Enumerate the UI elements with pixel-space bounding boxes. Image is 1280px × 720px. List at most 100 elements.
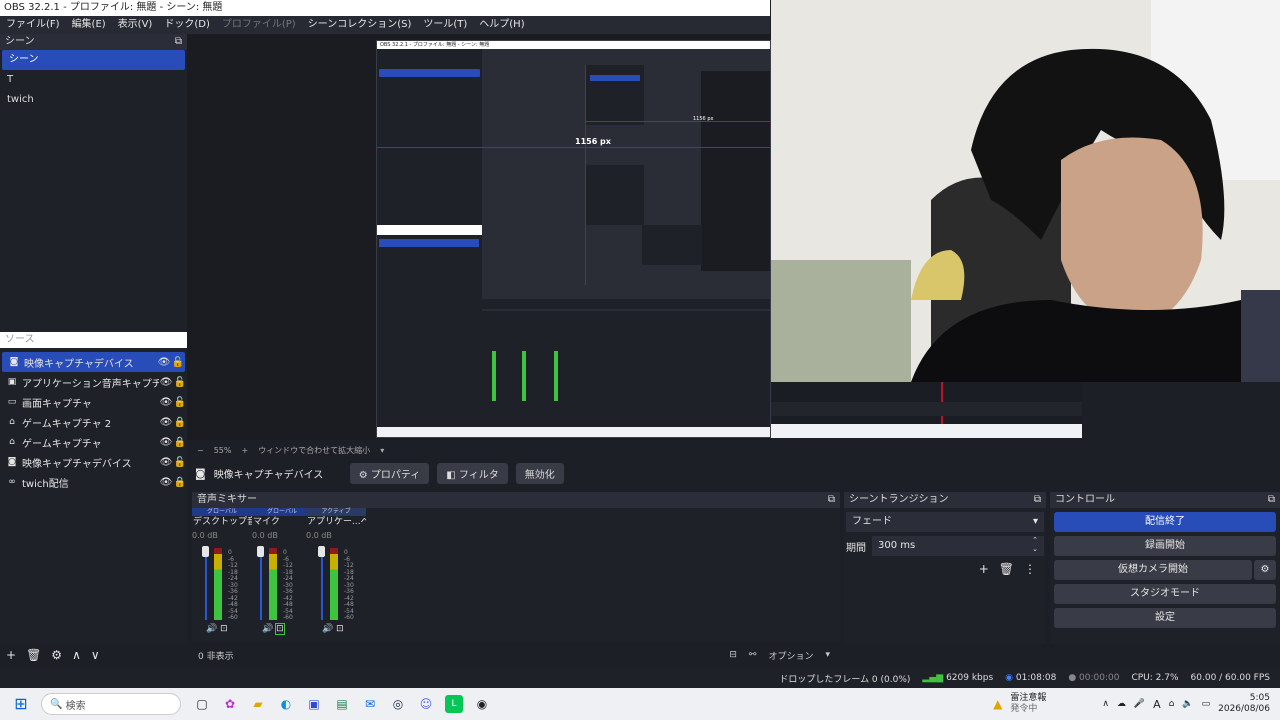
- source-row[interactable]: ⌂ ゲームキャプチャ 2 👁 🔒: [0, 412, 187, 432]
- zoom-in-icon[interactable]: +: [241, 446, 248, 455]
- lock-icon[interactable]: 🔒: [173, 477, 187, 488]
- eye-icon[interactable]: 👁: [159, 477, 173, 488]
- chevron-down-icon[interactable]: ▾: [825, 650, 830, 660]
- speaker-icon[interactable]: 🔊: [262, 624, 273, 634]
- chevron-up-icon[interactable]: ∧: [1102, 699, 1109, 709]
- channel-name[interactable]: アプリケー...ベータ版): [306, 516, 366, 528]
- lock-icon[interactable]: 🔓: [173, 457, 187, 468]
- discord-icon[interactable]: ☺: [417, 695, 435, 713]
- add-icon[interactable]: +: [979, 562, 989, 576]
- menu-tools[interactable]: ツール(T): [423, 16, 467, 34]
- scene-item[interactable]: T: [0, 70, 187, 90]
- menu-file[interactable]: ファイル(F): [6, 16, 60, 34]
- clock[interactable]: 5:05 2026/08/06: [1218, 693, 1270, 715]
- volume-slider[interactable]: [202, 546, 209, 620]
- menu-edit[interactable]: 編集(E): [72, 16, 106, 34]
- source-row[interactable]: ▣ アプリケーション音声キャプチャ (ベータ) 👁 🔓: [0, 372, 187, 392]
- lock-icon[interactable]: 🔒: [173, 417, 187, 428]
- app-icon[interactable]: ▤: [333, 695, 351, 713]
- layout-icon[interactable]: ⊟: [729, 650, 737, 660]
- windows-start-icon[interactable]: ⊞: [12, 695, 30, 713]
- scene-item[interactable]: シーン: [2, 50, 185, 70]
- volume-slider[interactable]: [257, 546, 264, 620]
- eye-icon[interactable]: 👁: [159, 457, 173, 468]
- mail-icon[interactable]: ✉: [361, 695, 379, 713]
- volume-icon[interactable]: 🔈: [1182, 699, 1193, 709]
- undock-icon[interactable]: ⧉: [1268, 492, 1275, 508]
- lock-icon[interactable]: 🔒: [173, 437, 187, 448]
- store-icon[interactable]: ▣: [305, 695, 323, 713]
- copilot-icon[interactable]: ✿: [221, 695, 239, 713]
- settings-button[interactable]: 設定: [1054, 608, 1276, 628]
- properties-button[interactable]: ⚙ プロパティ: [349, 462, 430, 484]
- spin-arrows-icon[interactable]: ⌃ ⌄: [1032, 536, 1038, 556]
- file-explorer-icon[interactable]: ▰: [249, 695, 267, 713]
- transition-type-select[interactable]: フェード ▾: [846, 512, 1044, 532]
- add-icon[interactable]: +: [6, 648, 16, 662]
- undock-icon[interactable]: ⧉: [828, 492, 835, 508]
- monitor-icon[interactable]: ⊡: [336, 624, 344, 634]
- stop-streaming-button[interactable]: 配信終了: [1054, 512, 1276, 532]
- undock-icon[interactable]: ⧉: [1034, 492, 1041, 508]
- weather-widget[interactable]: 雷注意報 発令中: [1010, 693, 1046, 715]
- more-icon[interactable]: ⋮: [1024, 562, 1036, 576]
- gear-icon[interactable]: ⚙: [51, 648, 62, 662]
- obs-icon[interactable]: ◉: [473, 695, 491, 713]
- battery-icon[interactable]: ▭: [1202, 699, 1211, 709]
- disable-button[interactable]: 無効化: [515, 462, 564, 484]
- menu-help[interactable]: ヘルプ(H): [479, 16, 524, 34]
- menu-view[interactable]: 表示(V): [118, 16, 153, 34]
- channel-name[interactable]: デスクトップ音声: [192, 516, 252, 528]
- move-down-icon[interactable]: ∨: [91, 648, 100, 662]
- lock-icon[interactable]: 🔓: [173, 377, 187, 388]
- network-icon[interactable]: ⌂: [1169, 699, 1175, 709]
- eye-icon[interactable]: 👁: [159, 377, 173, 388]
- start-virtual-camera-button[interactable]: 仮想カメラ開始: [1054, 560, 1252, 580]
- mixer-options[interactable]: オプション: [768, 649, 813, 662]
- scene-item[interactable]: twich: [0, 90, 187, 110]
- menu-dock[interactable]: ドック(D): [164, 16, 210, 34]
- undock-icon[interactable]: ⧉: [175, 34, 182, 50]
- filters-button[interactable]: ◧ フィルタ: [437, 462, 508, 484]
- fit-mode[interactable]: ウィンドウで合わせて拡大縮小: [258, 445, 370, 456]
- speaker-icon[interactable]: 🔊: [206, 624, 217, 634]
- edge-icon[interactable]: ◐: [277, 695, 295, 713]
- chevron-down-icon[interactable]: ▾: [380, 446, 384, 455]
- cloud-icon[interactable]: ☁: [1117, 699, 1126, 709]
- volume-slider[interactable]: [318, 546, 325, 620]
- start-recording-button[interactable]: 録画開始: [1054, 536, 1276, 556]
- eye-icon[interactable]: 👁: [159, 397, 173, 408]
- ime-icon[interactable]: A: [1153, 698, 1161, 711]
- link-icon[interactable]: ⚯: [749, 650, 757, 660]
- duration-spinbox[interactable]: 300 ms ⌃ ⌄: [872, 536, 1044, 556]
- monitor-icon[interactable]: ⊡: [275, 623, 285, 635]
- monitor-icon[interactable]: ⊡: [220, 624, 228, 634]
- trash-icon[interactable]: 🗑: [26, 648, 41, 662]
- eye-icon[interactable]: 👁: [157, 357, 171, 368]
- trash-icon[interactable]: 🗑: [999, 562, 1014, 576]
- source-row[interactable]: ◙ 映像キャプチャデバイス 👁 🔓: [2, 352, 185, 372]
- fader-knob[interactable]: [202, 546, 209, 557]
- task-view-icon[interactable]: ▢: [193, 695, 211, 713]
- lock-icon[interactable]: 🔓: [173, 397, 187, 408]
- speaker-icon[interactable]: 🔊: [322, 624, 333, 634]
- lock-icon[interactable]: 🔓: [171, 357, 185, 368]
- source-row[interactable]: ∞ twich配信 👁 🔒: [0, 472, 187, 492]
- steam-icon[interactable]: ◎: [389, 695, 407, 713]
- taskbar-search[interactable]: 🔍 検索: [41, 693, 181, 715]
- source-row[interactable]: ▭ 画面キャプチャ 👁 🔓: [0, 392, 187, 412]
- fader-knob[interactable]: [318, 546, 325, 557]
- mic-icon[interactable]: 🎤: [1134, 699, 1145, 709]
- fader-knob[interactable]: [257, 546, 264, 557]
- menu-profile[interactable]: プロファイル(P): [222, 16, 296, 34]
- eye-icon[interactable]: 👁: [159, 437, 173, 448]
- source-row[interactable]: ⌂ ゲームキャプチャ 👁 🔒: [0, 432, 187, 452]
- channel-name[interactable]: マイク: [252, 516, 312, 528]
- eye-icon[interactable]: 👁: [159, 417, 173, 428]
- move-up-icon[interactable]: ∧: [72, 648, 81, 662]
- gear-icon[interactable]: ⚙: [1254, 560, 1276, 580]
- source-row[interactable]: ◙ 映像キャプチャデバイス 👁 🔓: [0, 452, 187, 472]
- line-icon[interactable]: L: [445, 695, 463, 713]
- menu-scene-collection[interactable]: シーンコレクション(S): [308, 16, 412, 34]
- studio-mode-button[interactable]: スタジオモード: [1054, 584, 1276, 604]
